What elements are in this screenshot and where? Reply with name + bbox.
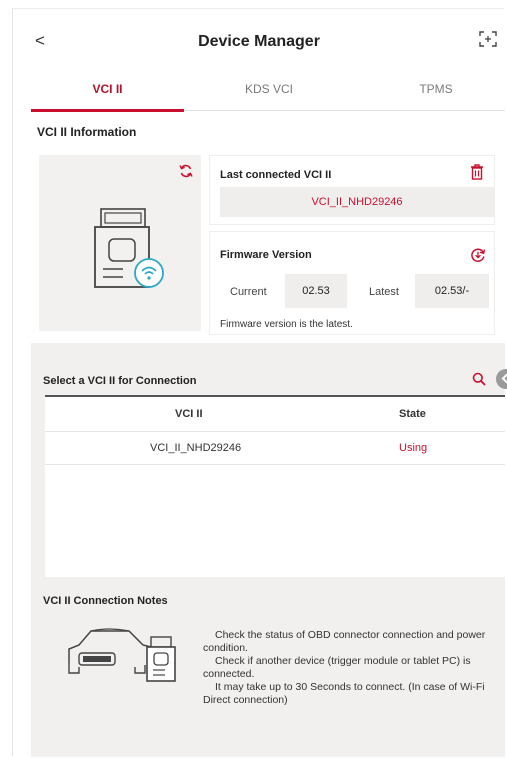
tab-tpms[interactable]: TPMS <box>371 67 501 111</box>
page-title: Device Manager <box>198 33 320 50</box>
note-line: It may take up to 30 Seconds to connect.… <box>203 681 485 706</box>
firmware-label: Firmware Version <box>220 249 312 261</box>
update-icon[interactable] <box>470 247 486 263</box>
tab-vci-ii[interactable]: VCI II <box>31 67 184 112</box>
header: < Device Manager <box>13 9 505 67</box>
current-version-label: Current <box>230 286 267 298</box>
car-obd-icon <box>68 628 176 682</box>
firmware-card: Firmware Version Current 02.53 Latest 02… <box>209 231 495 335</box>
device-card <box>39 155 201 331</box>
table-row[interactable]: VCI_II_NHD29246 Using <box>45 431 505 465</box>
column-header-vci: VCI II <box>175 408 203 420</box>
notes-title: VCI II Connection Notes <box>43 595 168 607</box>
app-window: < Device Manager VCI II KDS VCI TPMS VCI… <box>12 8 507 757</box>
refresh-icon[interactable] <box>179 164 193 178</box>
connection-title: Select a VCI II for Connection <box>43 375 197 387</box>
vci-table: VCI II State VCI_II_NHD29246 Using <box>45 395 505 577</box>
latest-version-label: Latest <box>369 286 399 298</box>
firmware-status-text: Firmware version is the latest. <box>220 319 353 330</box>
info-section-title: VCI II Information <box>37 125 137 139</box>
fullscreen-icon[interactable] <box>479 31 497 47</box>
row-vci-name: VCI_II_NHD29246 <box>150 442 242 454</box>
tab-bar: VCI II KDS VCI TPMS <box>31 67 505 112</box>
search-icon[interactable] <box>472 372 486 386</box>
last-connected-card: Last connected VCI II VCI_II_NHD29246 <box>209 155 495 225</box>
side-panel-handle[interactable] <box>496 369 507 389</box>
note-line: Check the status of OBD connector connec… <box>203 629 486 654</box>
last-connected-label: Last connected VCI II <box>220 169 332 181</box>
row-state: Using <box>399 442 428 454</box>
last-connected-value: VCI_II_NHD29246 <box>220 187 494 217</box>
column-header-state: State <box>399 408 426 420</box>
latest-version-value: 02.53/- <box>415 274 489 308</box>
current-version-value: 02.53 <box>285 274 347 308</box>
tab-kds-vci[interactable]: KDS VCI <box>204 67 334 111</box>
note-line: Check if another device (trigger module … <box>203 655 471 680</box>
connection-panel: Select a VCI II for Connection VCI II St… <box>31 343 507 757</box>
trash-icon[interactable] <box>470 164 484 180</box>
vci-device-icon <box>94 208 164 288</box>
